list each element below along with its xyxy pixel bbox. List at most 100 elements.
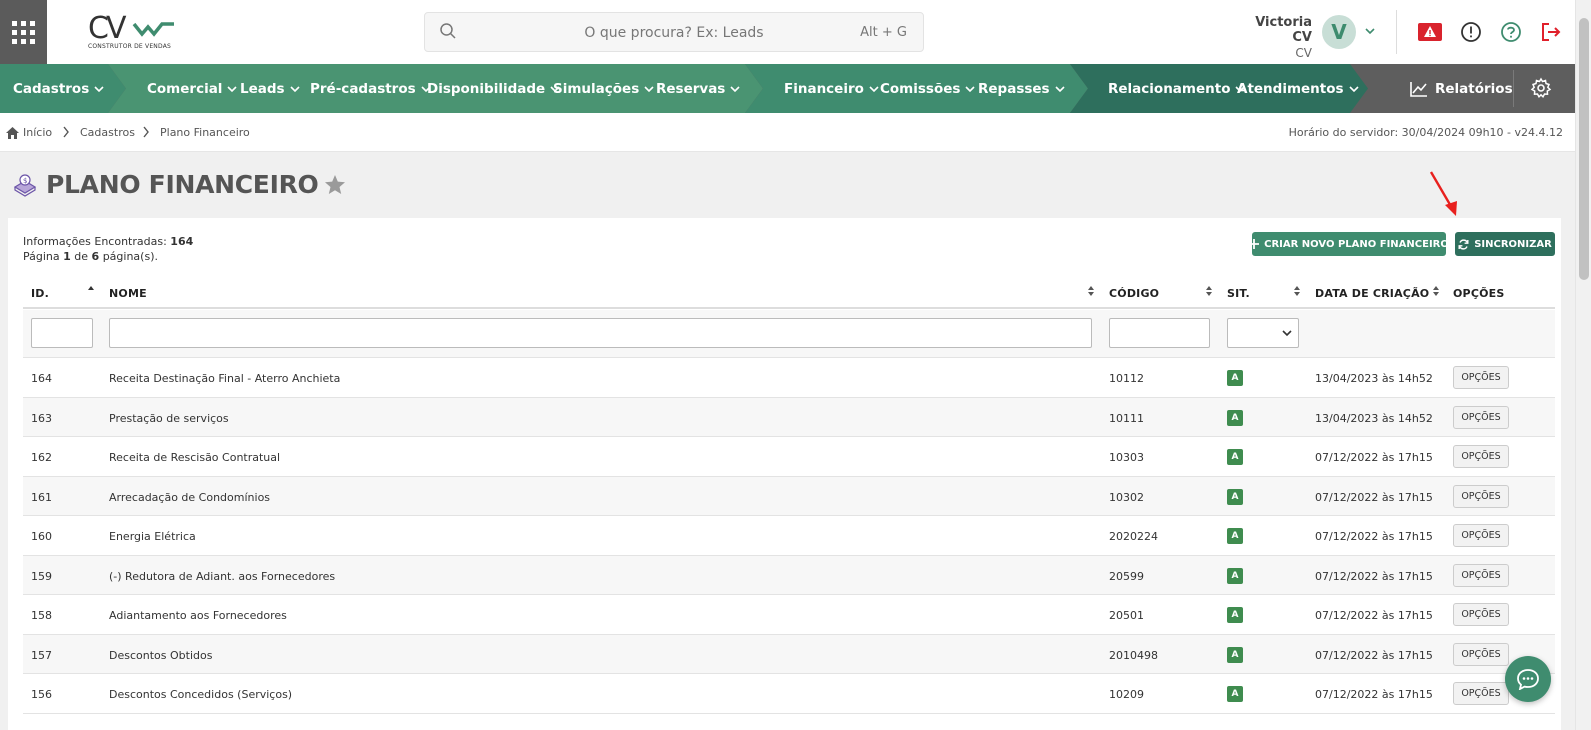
cell-id: 162	[31, 451, 52, 464]
options-button[interactable]: OPÇÕES	[1453, 366, 1509, 389]
logo-subtitle: CONSTRUTOR DE VENDAS	[88, 43, 172, 50]
gear-icon[interactable]	[1530, 77, 1552, 99]
sync-button[interactable]: SINCRONIZAR	[1455, 232, 1555, 256]
sort-icon[interactable]	[1087, 285, 1095, 297]
cell-code: 2020224	[1109, 530, 1158, 543]
options-button[interactable]: OPÇÕES	[1453, 445, 1509, 468]
nav-simulacoes[interactable]: Simulações	[553, 64, 654, 113]
create-financial-plan-button[interactable]: CRIAR NOVO PLANO FINANCEIRO	[1249, 232, 1449, 256]
chevron-down-icon	[290, 85, 300, 93]
search-shortcut: Alt + G	[860, 25, 907, 40]
user-info[interactable]: Victoria CV CV	[1236, 15, 1312, 60]
options-button[interactable]: OPÇÕES	[1453, 603, 1509, 626]
chevron-down-icon	[644, 85, 654, 93]
sort-icon[interactable]	[1205, 285, 1213, 297]
annotation-arrow	[1429, 171, 1457, 216]
options-button[interactable]: OPÇÕES	[1453, 682, 1509, 705]
table-row[interactable]: 157 Descontos Obtidos 2010498 A 07/12/20…	[23, 634, 1555, 674]
nav-pre-cadastros[interactable]: Pré-cadastros	[310, 64, 431, 113]
avatar[interactable]: V	[1322, 15, 1356, 49]
nav-cadastros[interactable]: Cadastros	[13, 64, 104, 113]
cell-id: 163	[31, 411, 52, 425]
nav-relatorios[interactable]: Relatórios	[1410, 64, 1513, 113]
nav-comercial[interactable]: Comercial	[147, 64, 238, 113]
status-badge: A	[1227, 607, 1243, 623]
nav-financeiro[interactable]: Financeiro	[784, 64, 879, 113]
options-button[interactable]: OPÇÕES	[1453, 405, 1509, 429]
svg-text:CV: CV	[88, 11, 127, 44]
scrollbar-thumb[interactable]	[1579, 18, 1589, 280]
table-row[interactable]: 162 Receita de Rescisão Contratual 10303…	[23, 437, 1555, 477]
table-row[interactable]: 164 Receita Destinação Final - Aterro An…	[23, 358, 1555, 398]
filter-name-input[interactable]	[109, 318, 1092, 348]
logout-button[interactable]	[1539, 20, 1563, 44]
cell-code: 20599	[1109, 569, 1144, 583]
chevron-down-icon[interactable]	[1364, 26, 1376, 36]
breadcrumb-cadastros[interactable]: Cadastros	[80, 126, 135, 139]
content-card: Informações Encontradas: 164 Página 1 de…	[8, 218, 1561, 730]
column-created[interactable]: DATA DE CRIAÇÃO	[1315, 287, 1429, 300]
breadcrumb-home[interactable]: Início	[6, 126, 52, 139]
table-row[interactable]: 156 Descontos Concedidos (Serviços) 1020…	[23, 674, 1555, 714]
status-badge: A	[1227, 567, 1243, 584]
options-button[interactable]: OPÇÕES	[1453, 524, 1509, 547]
star-icon[interactable]	[324, 174, 346, 195]
column-code[interactable]: CÓDIGO	[1109, 287, 1159, 300]
cell-name: Receita Destinação Final - Aterro Anchie…	[109, 372, 341, 385]
info-button[interactable]	[1459, 20, 1483, 44]
search-input[interactable]: O que procura? Ex: Leads Alt + G	[424, 12, 924, 52]
chat-icon	[1517, 669, 1539, 690]
warning-icon	[1418, 23, 1442, 41]
table-row[interactable]: 160 Energia Elétrica 2020224 A 07/12/202…	[23, 516, 1555, 556]
sort-asc-icon[interactable]	[87, 285, 95, 291]
nav-disponibilidade[interactable]: Disponibilidade	[427, 64, 560, 113]
chevron-down-icon	[94, 85, 104, 93]
plus-icon	[1249, 239, 1260, 249]
cell-created: 07/12/2022 às 17h15	[1315, 451, 1433, 464]
sort-icon[interactable]	[1432, 285, 1440, 297]
chevron-down-icon	[1348, 85, 1359, 93]
breadcrumb: Início Cadastros Plano Financeiro Horári…	[0, 113, 1575, 152]
options-button[interactable]: OPÇÕES	[1453, 642, 1509, 666]
cell-code: 10111	[1109, 411, 1144, 425]
help-button[interactable]	[1499, 20, 1523, 44]
table-row[interactable]: 158 Adiantamento aos Fornecedores 20501 …	[23, 595, 1555, 635]
cell-code: 10209	[1109, 688, 1144, 701]
nav-atendimentos[interactable]: Atendimentos	[1237, 64, 1359, 113]
table-row[interactable]: 161 Arrecadação de Condomínios 10302 A 0…	[23, 476, 1555, 516]
filter-id-input[interactable]	[31, 318, 93, 348]
table-row[interactable]: 163 Prestação de serviços 10111 A 13/04/…	[23, 397, 1555, 437]
server-time: Horário do servidor: 30/04/2024 09h10 - …	[1288, 126, 1563, 139]
cell-id: 160	[31, 530, 52, 543]
nav-comissoes[interactable]: Comissões	[880, 64, 975, 113]
nav-reservas[interactable]: Reservas	[656, 64, 740, 113]
options-button[interactable]: OPÇÕES	[1453, 484, 1509, 508]
refresh-icon	[1458, 238, 1469, 250]
options-button[interactable]: OPÇÕES	[1453, 563, 1509, 587]
logo[interactable]: CV CONSTRUTOR DE VENDAS	[88, 10, 178, 54]
nav-relacionamento[interactable]: Relacionamento	[1108, 64, 1246, 113]
alert-button[interactable]	[1418, 20, 1442, 44]
apps-menu-button[interactable]	[0, 0, 47, 64]
cell-created: 13/04/2023 às 14h52	[1315, 372, 1433, 385]
cell-id: 158	[31, 609, 52, 622]
nav-leads[interactable]: Leads	[240, 64, 300, 113]
column-id[interactable]: ID.	[31, 287, 49, 300]
column-options: OPÇÕES	[1453, 287, 1505, 300]
cell-id: 164	[31, 372, 52, 385]
column-name[interactable]: NOME	[109, 287, 147, 300]
chat-button[interactable]	[1505, 656, 1551, 702]
financial-plan-icon: $	[13, 173, 37, 197]
cell-code: 2010498	[1109, 648, 1158, 662]
table-row[interactable]: 159 (-) Redutora de Adiant. aos Forneced…	[23, 555, 1555, 595]
nav-repasses[interactable]: Repasses	[978, 64, 1065, 113]
cell-id: 156	[31, 688, 52, 701]
cell-created: 13/04/2023 às 14h52	[1315, 411, 1433, 425]
filter-status-select[interactable]	[1227, 318, 1299, 348]
cell-created: 07/12/2022 às 17h15	[1315, 648, 1433, 662]
column-status[interactable]: SIT.	[1227, 287, 1250, 300]
sort-icon[interactable]	[1293, 285, 1301, 297]
filter-code-input[interactable]	[1109, 318, 1210, 348]
cell-id: 161	[31, 490, 52, 504]
page-scrollbar[interactable]	[1575, 0, 1591, 730]
